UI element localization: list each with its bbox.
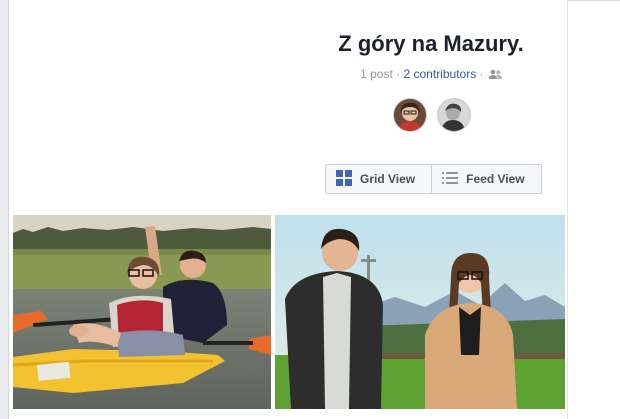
grid-icon: [336, 169, 360, 189]
post-count: 1 post: [360, 67, 393, 81]
meta-separator: ·: [476, 67, 487, 81]
divider: [567, 0, 620, 1]
people-icon: [488, 69, 502, 83]
contributors-link[interactable]: 2 contributors: [404, 67, 477, 81]
grid-view-label: Grid View: [360, 172, 416, 186]
contributor-avatars: [393, 98, 471, 132]
list-icon: [442, 171, 466, 188]
left-page-margin: [0, 0, 9, 419]
view-switch: Grid View Feed View: [325, 164, 542, 194]
meta-separator: ·: [392, 67, 404, 81]
feed-view-label: Feed View: [466, 172, 525, 186]
album-title: Z góry na Mazury.: [338, 31, 524, 56]
album-meta: 1 post · 2 contributors ·: [300, 67, 562, 83]
contributor-avatar-2[interactable]: [437, 98, 471, 132]
feed-view-button[interactable]: Feed View: [431, 165, 540, 193]
album-photo-couple-mountains[interactable]: [275, 215, 565, 409]
right-sidebar-area: [567, 0, 620, 419]
contributor-avatar-1[interactable]: [393, 98, 427, 132]
grid-view-button[interactable]: Grid View: [326, 165, 431, 193]
album-photo-kayak[interactable]: [13, 215, 271, 409]
